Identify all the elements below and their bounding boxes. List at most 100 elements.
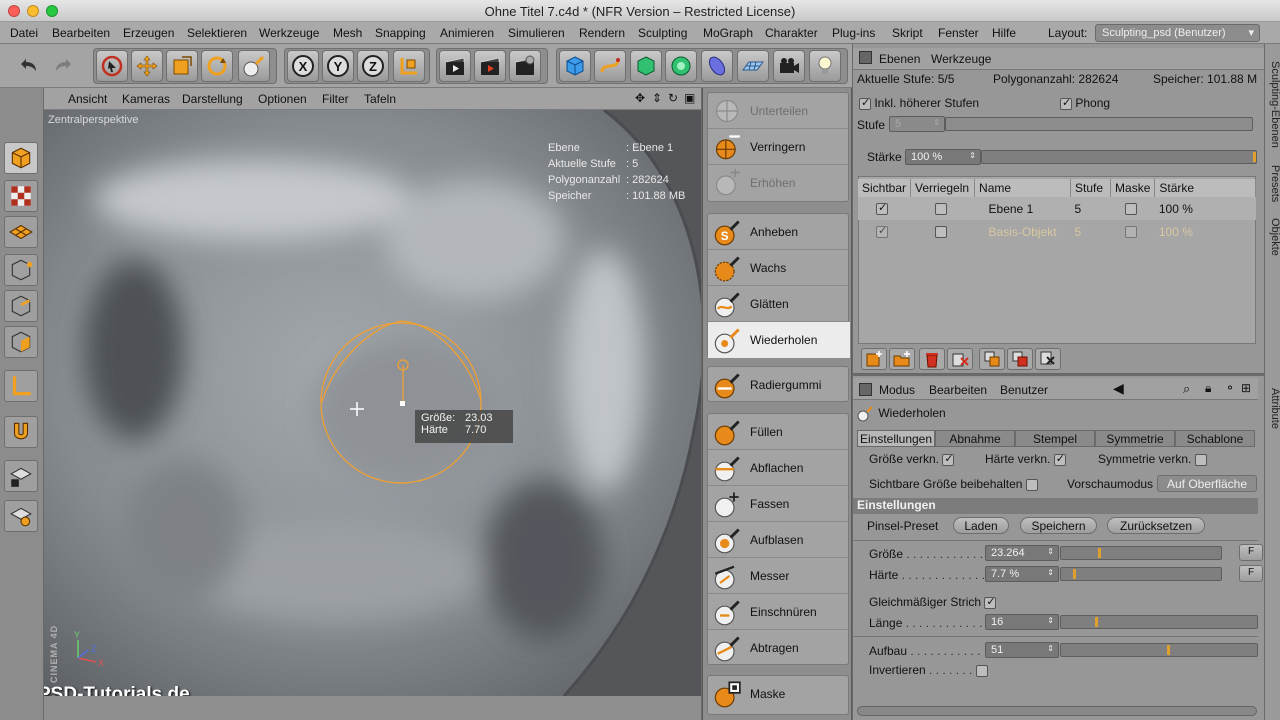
brush-unterteilen[interactable]: Unterteilen — [708, 93, 850, 129]
scale-icon[interactable] — [166, 50, 198, 82]
hardness-pressure-button[interactable]: F — [1239, 565, 1263, 582]
viewport-menu-ansicht[interactable]: Ansicht — [68, 92, 107, 106]
layer-visible-checkbox[interactable] — [876, 201, 888, 216]
copy-layer-icon[interactable] — [1007, 348, 1033, 370]
brush-fassen[interactable]: Fassen — [708, 486, 850, 522]
polygons-mode-icon[interactable] — [4, 326, 38, 358]
col-stufe[interactable]: Stufe — [1070, 179, 1112, 197]
menu-sculpting[interactable]: Sculpting — [638, 26, 687, 40]
add-layer-icon[interactable] — [861, 348, 887, 370]
table-row[interactable]: Ebene 1 5 100 % — [858, 197, 1256, 220]
side-tab-attribute[interactable]: Attribute — [1265, 380, 1280, 436]
clear-layer-icon[interactable] — [947, 348, 973, 370]
menu-mograph[interactable]: MoGraph — [703, 26, 753, 40]
menu-fenster[interactable]: Fenster — [938, 26, 979, 40]
brush-maske[interactable]: Maske — [708, 676, 850, 712]
z-axis-icon[interactable]: Z — [357, 50, 389, 82]
col-staerke[interactable]: Stärke — [1154, 179, 1256, 197]
search-icon[interactable]: ⌕ — [1183, 381, 1190, 397]
brush-aufblasen[interactable]: Aufblasen — [708, 522, 850, 558]
new-panel-icon[interactable]: ⊞ — [1241, 381, 1251, 395]
keep-visible-size-checkbox[interactable] — [1025, 478, 1038, 491]
layer-lock-checkbox[interactable] — [934, 203, 947, 216]
delete-layer-icon[interactable] — [919, 348, 945, 370]
menu-animieren[interactable]: Animieren — [440, 26, 494, 40]
length-slider-handle[interactable] — [1095, 617, 1098, 627]
brush-messer[interactable]: Messer — [708, 558, 850, 594]
light-icon[interactable] — [809, 50, 841, 82]
render-settings-icon[interactable] — [509, 50, 541, 82]
rotate-icon[interactable] — [201, 50, 233, 82]
layer-visible-checkbox[interactable] — [876, 224, 888, 239]
panel-menu-icon[interactable] — [859, 51, 872, 64]
layer-name[interactable]: Ebene 1 — [975, 197, 1071, 220]
size-link-checkbox[interactable] — [942, 452, 955, 466]
brush-verringern[interactable]: Verringern — [708, 129, 850, 165]
col-name[interactable]: Name — [974, 179, 1072, 197]
hardness-link-row[interactable]: Härte verkn. — [985, 452, 1066, 466]
camera-icon[interactable] — [773, 50, 805, 82]
back-arrow-icon[interactable]: ◀ — [1113, 380, 1124, 397]
viewport-scrollbar[interactable] — [44, 696, 701, 720]
table-row[interactable]: Basis-Objekt 5 100 % — [858, 220, 1256, 243]
x-axis-icon[interactable]: X — [287, 50, 319, 82]
layer-mask-checkbox[interactable] — [1124, 226, 1137, 239]
menu-mesh[interactable]: Mesh — [333, 26, 362, 40]
symmetry-link-checkbox[interactable] — [1194, 453, 1207, 466]
node-icon[interactable]: ⚬ — [1225, 381, 1235, 395]
keep-visible-size-row[interactable]: Sichtbare Größe beibehalten — [869, 477, 1038, 491]
buildup-slider[interactable] — [1060, 643, 1258, 657]
snap-workplane-icon[interactable] — [4, 500, 38, 532]
subtab-stempel[interactable]: Stempel — [1015, 430, 1095, 447]
invert-checkbox[interactable] — [975, 664, 988, 677]
hardness-field[interactable]: 7.7 % ⇕ — [985, 566, 1059, 582]
size-slider-handle[interactable] — [1098, 548, 1101, 558]
brush-glaetten[interactable]: Glätten — [708, 286, 850, 322]
brush-radiergummi[interactable]: Radiergummi — [708, 367, 850, 403]
layout-select[interactable]: Sculpting_psd (Benutzer) ▾ — [1095, 24, 1260, 42]
phong-row[interactable]: Phong — [1060, 96, 1110, 110]
render-picture-viewer-icon[interactable] — [474, 50, 506, 82]
stufe-field[interactable]: 5 ⇕ — [889, 116, 945, 132]
tab-ebenen[interactable]: Ebenen — [879, 52, 920, 66]
staerke-slider[interactable] — [981, 150, 1257, 164]
lock-icon[interactable]: 🔒︎ — [1205, 381, 1211, 396]
floor-icon[interactable] — [737, 50, 769, 82]
points-mode-icon[interactable] — [4, 254, 38, 286]
layer-mask-checkbox[interactable] — [1124, 203, 1137, 216]
menu-hilfe[interactable]: Hilfe — [992, 26, 1016, 40]
viewport-menu-kameras[interactable]: Kameras — [122, 92, 170, 106]
preset-save-button[interactable]: Speichern — [1020, 517, 1097, 534]
menu-simulieren[interactable]: Simulieren — [508, 26, 565, 40]
brush-icon[interactable] — [238, 50, 270, 82]
viewport-menu-optionen[interactable]: Optionen — [258, 92, 307, 106]
redo-icon[interactable] — [48, 50, 80, 82]
subtab-einstellungen[interactable]: Einstellungen — [857, 430, 935, 447]
viewport-zoom-icon[interactable]: ⇕ — [652, 91, 662, 105]
viewport-menu-darstellung[interactable]: Darstellung — [182, 92, 243, 106]
layer-name[interactable]: Basis-Objekt — [975, 220, 1071, 243]
menu-datei[interactable]: Datei — [10, 26, 38, 40]
attributes-panel-menu-icon[interactable] — [859, 383, 872, 396]
merge-layers-icon[interactable] — [979, 348, 1005, 370]
y-axis-icon[interactable]: Y — [322, 50, 354, 82]
preset-reset-button[interactable]: Zurücksetzen — [1107, 517, 1205, 534]
size-field[interactable]: 23.264 ⇕ — [985, 545, 1059, 561]
incl-higher-levels-row[interactable]: Inkl. höherer Stufen — [859, 96, 979, 110]
viewport[interactable]: Y X Z Zentralperspektive Ebene : Ebene 1… — [44, 110, 701, 696]
subtab-schablone[interactable]: Schablone — [1175, 430, 1255, 447]
col-sichtbar[interactable]: Sichtbar — [858, 179, 912, 197]
length-slider[interactable] — [1060, 615, 1258, 629]
attributes-scrollbar[interactable] — [857, 706, 1257, 716]
spline-icon[interactable] — [594, 50, 626, 82]
brush-wachs[interactable]: Wachs — [708, 250, 850, 286]
staerke-field[interactable]: 100 % ⇕ — [905, 149, 981, 165]
viewport-menu-tafeln[interactable]: Tafeln — [364, 92, 396, 106]
size-slider[interactable] — [1060, 546, 1222, 560]
attr-menu-bearbeiten[interactable]: Bearbeiten — [929, 383, 987, 397]
array-icon[interactable] — [665, 50, 697, 82]
viewport-maximize-icon[interactable]: ▣ — [684, 91, 695, 105]
hardness-link-checkbox[interactable] — [1053, 452, 1066, 466]
col-maske[interactable]: Maske — [1110, 179, 1156, 197]
menu-plugins[interactable]: Plug-ins — [832, 26, 875, 40]
